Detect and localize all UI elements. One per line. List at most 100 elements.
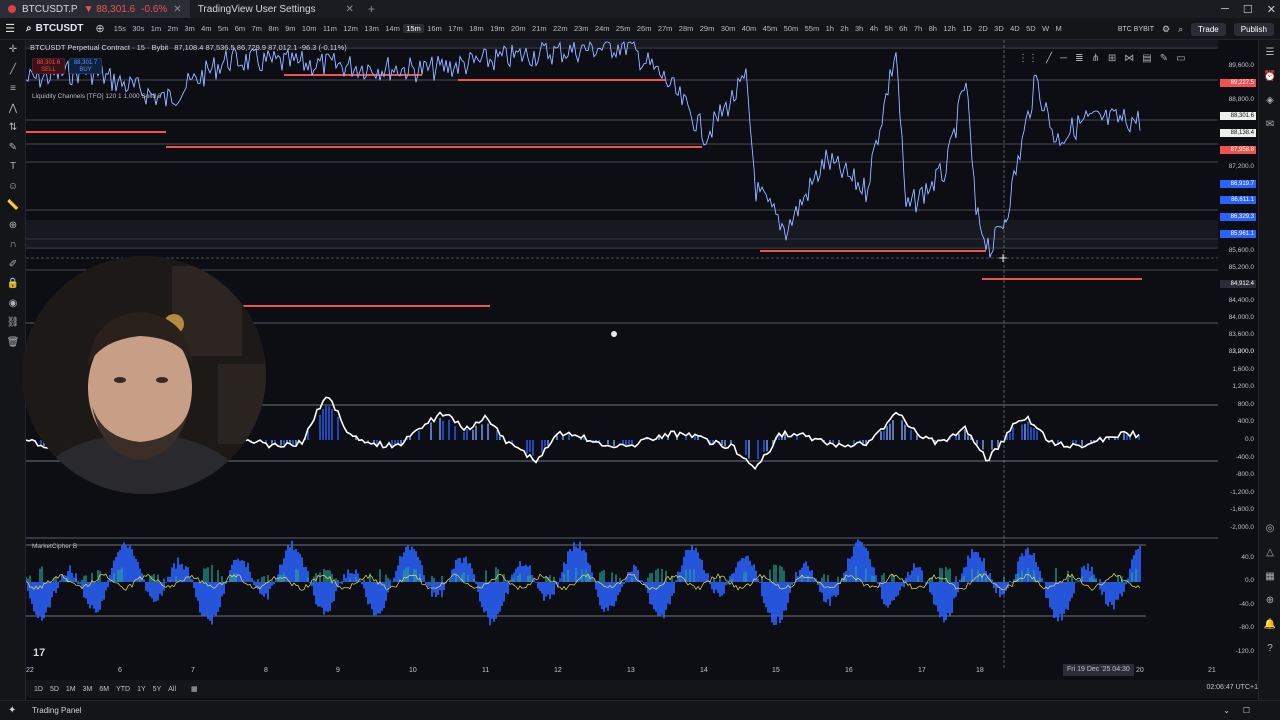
timeframe-16m[interactable]: 16m xyxy=(424,24,445,33)
publish-button[interactable]: Publish xyxy=(1233,22,1274,36)
watchlist-icon[interactable]: ☰ xyxy=(1259,40,1280,64)
brush-icon[interactable]: ✎ xyxy=(0,138,26,158)
account-label[interactable]: BTC BYBIT xyxy=(1118,26,1154,33)
alerts-icon[interactable]: ⏰ xyxy=(1259,64,1280,88)
timeframe-10m[interactable]: 10m xyxy=(299,24,320,33)
timeframe-25m[interactable]: 25m xyxy=(613,24,634,33)
timeframe-2m[interactable]: 2m xyxy=(164,24,181,33)
timeframe-15s[interactable]: 15s xyxy=(111,24,129,33)
timeframe-8m[interactable]: 8m xyxy=(265,24,282,33)
indicator-label-marketcipher[interactable]: MarketCipher B xyxy=(32,543,77,550)
date-range-icon[interactable]: ▦ xyxy=(191,685,198,693)
pen-tool-icon[interactable]: ✎ xyxy=(1160,53,1168,64)
timeframe-50m[interactable]: 50m xyxy=(780,24,801,33)
tab-settings[interactable]: TradingView User Settings ✕ xyxy=(190,0,362,18)
menu-icon[interactable]: ☰ xyxy=(0,22,20,35)
timeframe-5D[interactable]: 5D xyxy=(1023,24,1039,33)
timeframe-24m[interactable]: 24m xyxy=(592,24,613,33)
fib-tool-icon[interactable]: ⊞ xyxy=(1108,53,1116,64)
timeframe-14m[interactable]: 14m xyxy=(382,24,403,33)
timeframe-28m[interactable]: 28m xyxy=(676,24,697,33)
range-3M[interactable]: 3M xyxy=(83,686,93,693)
timeframe-M[interactable]: M xyxy=(1052,24,1065,33)
rectangle-tool-icon[interactable]: ▭ xyxy=(1176,53,1185,64)
timeframe-21m[interactable]: 21m xyxy=(529,24,550,33)
timeframe-5h[interactable]: 5h xyxy=(881,24,896,33)
link-icon[interactable]: ⛓ xyxy=(0,313,26,333)
layers-icon[interactable]: ◈ xyxy=(1259,88,1280,112)
timeframe-W[interactable]: W xyxy=(1039,24,1052,33)
collapse-icon[interactable]: ⌄ xyxy=(1223,706,1230,715)
tradingview-logo-icon[interactable]: 17 xyxy=(33,647,45,659)
timeframe-1h[interactable]: 1h xyxy=(822,24,837,33)
symbol-search[interactable]: ⌕ BTCUSDT xyxy=(20,23,89,34)
maximize-panel-icon[interactable]: ☐ xyxy=(1243,706,1250,715)
drag-icon[interactable]: ⋮⋮ xyxy=(1018,53,1038,64)
timeframe-4D[interactable]: 4D xyxy=(1007,24,1023,33)
timeframe-8h[interactable]: 8h xyxy=(925,24,940,33)
pattern-icon[interactable]: ⋀ xyxy=(0,99,26,119)
crosshair-icon[interactable]: ✛ xyxy=(0,40,26,60)
zoom-icon[interactable]: ⊕ xyxy=(0,216,26,236)
text-icon[interactable]: T xyxy=(0,157,26,177)
line-tool-icon[interactable]: ╱ xyxy=(1046,53,1052,64)
range-5Y[interactable]: 5Y xyxy=(153,686,162,693)
timeframe-13m[interactable]: 13m xyxy=(361,24,382,33)
trash-icon[interactable]: 🗑 xyxy=(0,333,26,353)
timeframe-4m[interactable]: 4m xyxy=(198,24,215,33)
sell-button[interactable]: 88,301.6 SELL xyxy=(32,58,65,74)
eye-icon[interactable]: ◉ xyxy=(0,294,26,314)
timeframe-30s[interactable]: 30s xyxy=(129,24,147,33)
minimize-icon[interactable]: ─ xyxy=(1221,3,1229,15)
search-icon[interactable]: ⌕ xyxy=(1178,24,1183,35)
magnet-icon[interactable]: ∩ xyxy=(0,235,26,255)
timeframe-3D[interactable]: 3D xyxy=(991,24,1007,33)
timeframe-55m[interactable]: 55m xyxy=(801,24,822,33)
range-1M[interactable]: 1M xyxy=(66,686,76,693)
range-5D[interactable]: 5D xyxy=(50,686,59,693)
timeframe-2D[interactable]: 2D xyxy=(975,24,991,33)
timeframe-9m[interactable]: 9m xyxy=(282,24,299,33)
compare-plus-icon[interactable]: ⊕ xyxy=(89,22,110,35)
settings-icon[interactable]: ⚙ xyxy=(1162,24,1170,35)
gann-tool-icon[interactable]: ⋈ xyxy=(1124,53,1134,64)
timeframe-18m[interactable]: 18m xyxy=(466,24,487,33)
emoji-icon[interactable]: ☺ xyxy=(0,177,26,197)
trade-button[interactable]: Trade xyxy=(1191,22,1226,36)
timeframe-4h[interactable]: 4h xyxy=(867,24,882,33)
timeframe-17m[interactable]: 17m xyxy=(445,24,466,33)
time-axis[interactable]: 6 7 8 9 10 11 12 13 14 15 16 17 18 Fri 19 Dec '25 04:… xyxy=(26,664,1218,678)
timeframe-27m[interactable]: 27m xyxy=(655,24,676,33)
timeframe-1m[interactable]: 1m xyxy=(148,24,165,33)
tradingview-small-logo-icon[interactable]: ✦ xyxy=(8,705,16,716)
timeframe-1D[interactable]: 1D xyxy=(959,24,975,33)
timeframe-30m[interactable]: 30m xyxy=(718,24,739,33)
price-axis[interactable]: 89,600.0 89,227.5 88,800.0 88,301.6 88,138.4… xyxy=(1218,40,1258,680)
timeframe-2h[interactable]: 2h xyxy=(837,24,852,33)
tab-chart[interactable]: BTCUSDT.P ▼ 88,301.6 -0.6% ✕ xyxy=(0,0,190,18)
pencil-lock-icon[interactable]: ✐ xyxy=(0,255,26,275)
chat-icon[interactable]: ✉ xyxy=(1259,112,1280,136)
chart-clock[interactable]: 02:06:47 UTC+1 xyxy=(1206,684,1258,691)
hline-tool-icon[interactable]: ─ xyxy=(1060,53,1067,64)
timeframe-15m[interactable]: 15m xyxy=(403,24,424,33)
fib-icon[interactable]: ≡ xyxy=(0,79,26,99)
close-tab-icon[interactable]: ✕ xyxy=(346,4,354,15)
projection-tool-icon[interactable]: ▤ xyxy=(1142,53,1151,64)
buy-button[interactable]: 88,301.7 BUY xyxy=(69,58,102,74)
range-1D[interactable]: 1D xyxy=(34,686,43,693)
timeframe-12h[interactable]: 12h xyxy=(940,24,959,33)
timeframe-7m[interactable]: 7m xyxy=(248,24,265,33)
timeframe-22m[interactable]: 22m xyxy=(550,24,571,33)
range-1Y[interactable]: 1Y xyxy=(137,686,146,693)
ideas-icon[interactable]: △ xyxy=(1259,540,1280,564)
channel-tool-icon[interactable]: ≣ xyxy=(1075,53,1083,64)
help-icon[interactable]: ? xyxy=(1259,636,1280,660)
timeframe-29m[interactable]: 29m xyxy=(697,24,718,33)
timeframe-26m[interactable]: 26m xyxy=(634,24,655,33)
indicator-label-liquidity[interactable]: Liquidity Channels [TFO] 120 1 1,000 Sol… xyxy=(32,93,161,100)
lock-icon[interactable]: 🔒 xyxy=(0,274,26,294)
timeframe-6m[interactable]: 6m xyxy=(232,24,249,33)
trendline-icon[interactable]: ╱ xyxy=(0,60,26,80)
timeframe-3h[interactable]: 3h xyxy=(852,24,867,33)
